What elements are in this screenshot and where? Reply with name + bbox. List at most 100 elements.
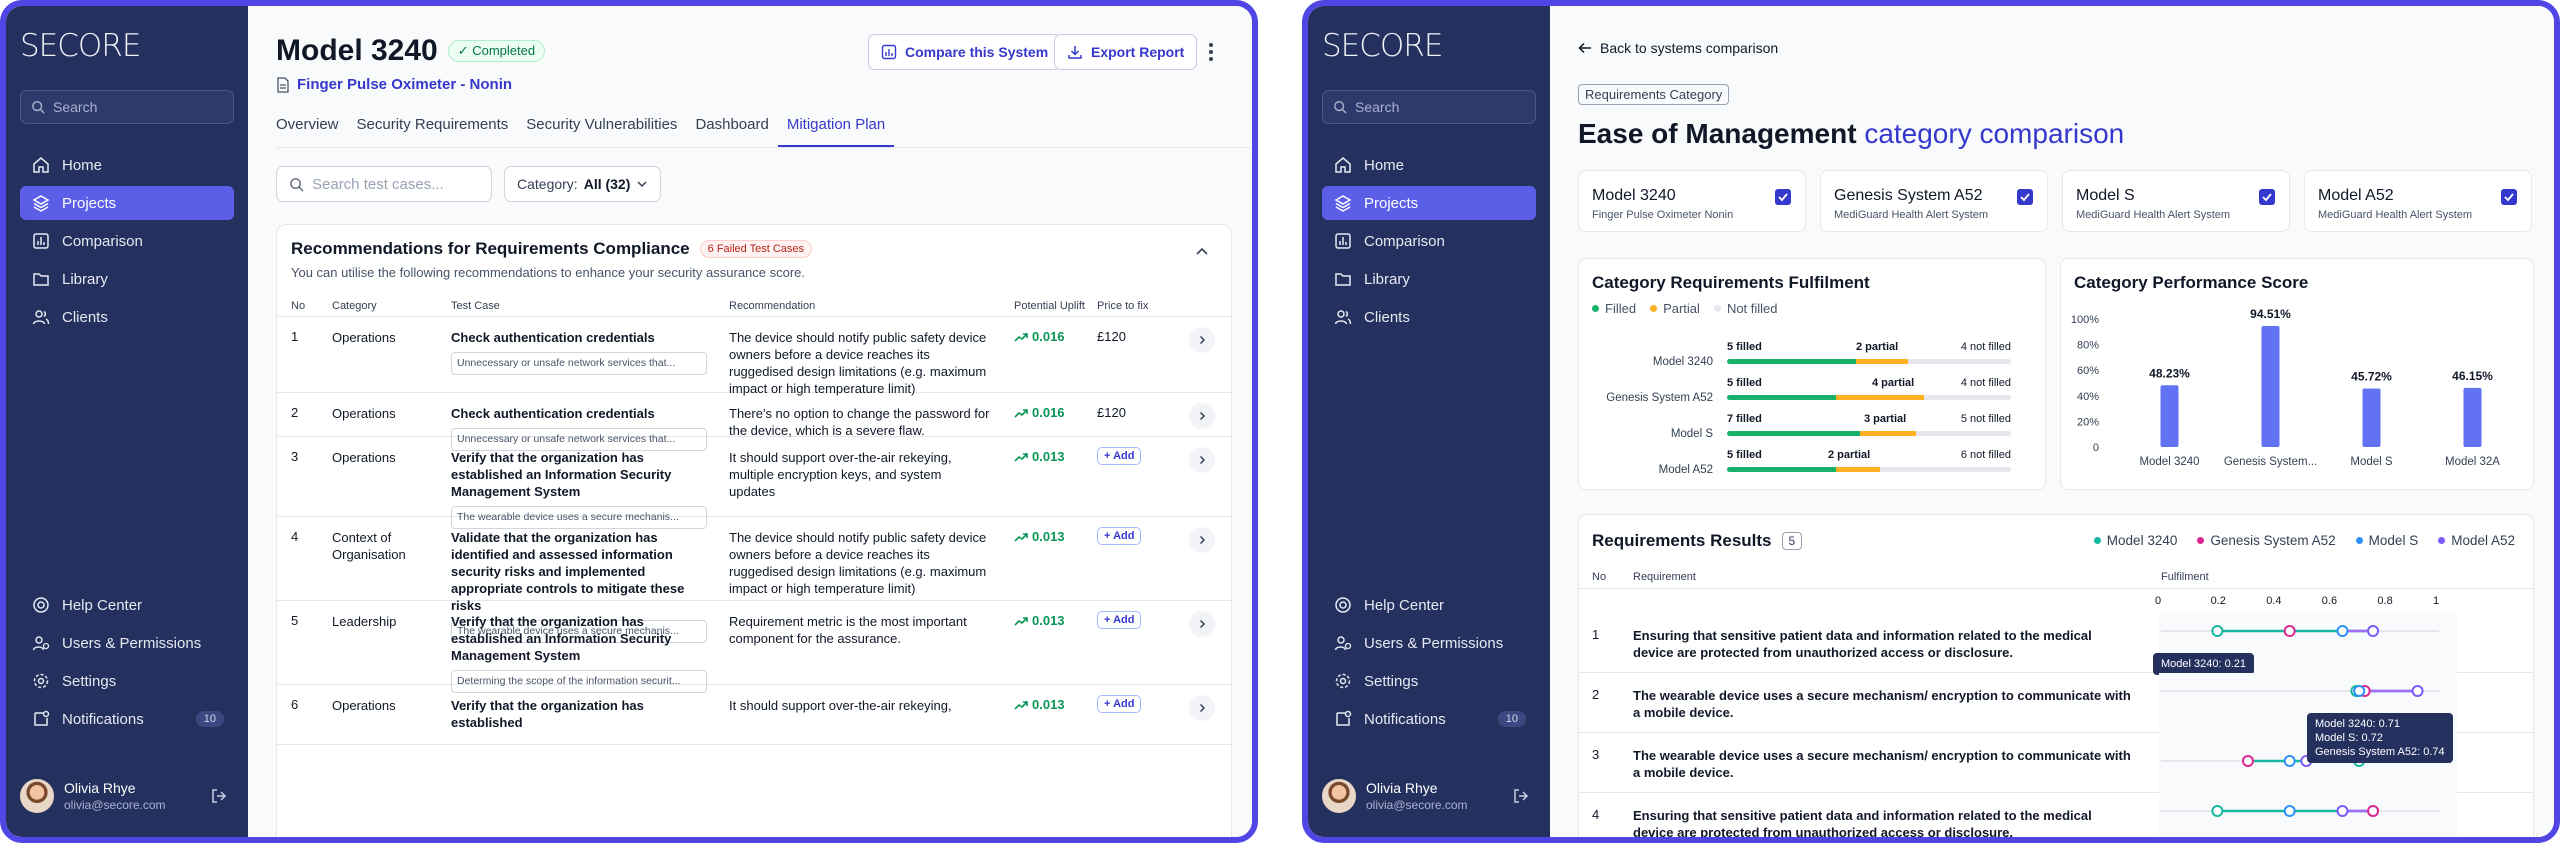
fulfilment-dot[interactable] [2367,805,2380,817]
sidebar-item-library[interactable]: Library [1322,262,1536,296]
tooltip-line: Model S: 0.72 [2315,732,2383,744]
sidebar-item-settings[interactable]: Settings [20,664,234,698]
sidebar-item-notifications[interactable]: Notifications 10 [1322,702,1536,736]
tab-security-requirements[interactable]: Security Requirements [348,116,518,147]
add-price-button[interactable]: + Add [1097,611,1142,629]
test-case-title: Check authentication credentials [451,406,655,421]
row-potential-uplift: 0.013 [1014,697,1065,712]
legend-not-filled-label: Not filled [1726,301,1778,316]
row-potential-uplift: 0.016 [1014,405,1065,420]
fulfilment-dot[interactable] [2241,755,2254,767]
sidebar-item-library[interactable]: Library [20,262,234,296]
add-price-button[interactable]: + Add [1097,527,1142,545]
sidebar-item-projects[interactable]: Projects [20,186,234,220]
row-category: Operations [332,330,396,345]
sidebar-item-help-center[interactable]: Help Center [1322,588,1536,622]
performance-bar[interactable] [2362,388,2381,447]
sidebar-item-help-center[interactable]: Help Center [20,588,234,622]
add-price-button[interactable]: + Add [1097,695,1142,713]
user-email: olivia@secore.com [64,798,166,812]
row-expand-button[interactable] [1189,447,1215,473]
performance-bar[interactable] [2261,326,2280,447]
tab-dashboard[interactable]: Dashboard [686,116,777,147]
sidebar-item-notifications[interactable]: Notifications 10 [20,702,234,736]
sidebar-bottom-nav: Help Center Users & Permissions Settings… [1322,588,1536,740]
more-options-icon[interactable] [1208,42,1214,62]
performance-bar[interactable] [2463,387,2482,447]
sidebar-item-clients[interactable]: Clients [1322,300,1536,334]
model-select-checkbox[interactable] [1775,189,1791,205]
sidebar-item-home[interactable]: Home [1322,148,1536,182]
row-expand-button[interactable] [1189,527,1215,553]
test-case-chip[interactable]: Unnecessary or unsafe network services t… [451,352,707,375]
model-select-checkbox[interactable] [2017,189,2033,205]
lifebuoy-icon [33,597,49,613]
add-price-button[interactable]: + Add [1097,447,1142,465]
test-case-search-input[interactable]: Search test cases... [276,166,492,202]
bar-value-label: 46.15% [2452,369,2493,383]
model-card[interactable]: Model S MediGuard Health Alert System [2062,170,2290,232]
tab-mitigation-plan[interactable]: Mitigation Plan [777,116,895,147]
export-report-button[interactable]: Export Report [1054,34,1198,70]
sidebar-item-label: Comparison [1364,232,1445,250]
trend-up-icon [1014,700,1028,710]
legend-label: Model S [2368,533,2419,548]
model-card[interactable]: Model 3240 Finger Pulse Oximeter Nonin [1578,170,1806,232]
sidebar-item-comparison[interactable]: Comparison [1322,224,1536,258]
row-expand-button[interactable] [1189,695,1215,721]
tab-overview[interactable]: Overview [276,116,348,147]
row-expand-button[interactable] [1189,327,1215,353]
sidebar-item-users-permissions[interactable]: Users & Permissions [20,626,234,660]
fulfilment-dot[interactable] [2283,805,2296,817]
fulfilment-dot[interactable] [2283,625,2296,637]
model-select-checkbox[interactable] [2501,189,2517,205]
logout-icon[interactable] [210,787,228,805]
fulfilment-dot[interactable] [2367,625,2380,637]
test-case-title: Verify that the organization has establi… [451,450,672,499]
sidebar-search-input[interactable]: Search [1322,90,1536,124]
compare-system-button[interactable]: Compare this System [868,34,1062,70]
uplift-value: 0.013 [1032,613,1065,628]
sidebar-item-projects[interactable]: Projects [1322,186,1536,220]
fulfilment-dot[interactable] [2336,625,2349,637]
fulfilment-dot[interactable] [2211,625,2224,637]
bar-chart-icon [33,233,49,249]
fulfilment-dot[interactable] [2211,805,2224,817]
sidebar-item-label: Projects [62,194,117,212]
sidebar-item-settings[interactable]: Settings [1322,664,1536,698]
results-row-requirement: The wearable device uses a secure mechan… [1633,688,2131,720]
sidebar-item-label: Help Center [1364,596,1445,614]
model-card[interactable]: Genesis System A52 MediGuard Health Alert… [1820,170,2048,232]
chevron-up-icon[interactable] [1195,245,1209,259]
sidebar-item-clients[interactable]: Clients [20,300,234,334]
model-select-checkbox[interactable] [2259,189,2275,205]
trend-up-icon [1014,616,1028,626]
sidebar-search-input[interactable]: Search [20,90,234,124]
category-select[interactable]: Category: All (32) [504,166,662,202]
sidebar-item-users-permissions[interactable]: Users & Permissions [1322,626,1536,660]
row-category: Operations [332,698,396,713]
row-expand-button[interactable] [1189,611,1215,637]
row-expand-button[interactable] [1189,403,1215,429]
logout-icon[interactable] [1512,787,1530,805]
back-link[interactable]: Back to systems comparison [1578,40,1778,56]
y-tick-label: 60% [2077,365,2099,377]
results-legend-item: Model A52 [2438,533,2515,548]
tab-security-vulnerabilities[interactable]: Security Vulnerabilities [517,116,686,147]
partial-segment [1859,431,1917,436]
model-card[interactable]: Model A52 MediGuard Health Alert System [2304,170,2532,232]
sidebar-nav: Home Projects Comparison Library Clients [20,148,234,338]
recommendations-description: You can utilise the following recommenda… [291,265,806,280]
sidebar-item-home[interactable]: Home [20,148,234,182]
performance-bar[interactable] [2160,385,2179,447]
device-subtitle[interactable]: Finger Pulse Oximeter - Nonin [276,76,512,93]
row-number: 1 [291,329,299,344]
fulfilment-tick-label: 0.2 [2210,595,2226,607]
fulfilment-dot[interactable] [2283,755,2296,767]
fulfilment-dot[interactable] [2353,685,2366,697]
row-recommendation: The device should notify public safety d… [729,330,987,396]
fulfilment-dot[interactable] [2336,805,2349,817]
results-row-number: 1 [1592,627,1600,642]
fulfilment-dot[interactable] [2411,685,2424,697]
sidebar-item-comparison[interactable]: Comparison [20,224,234,258]
